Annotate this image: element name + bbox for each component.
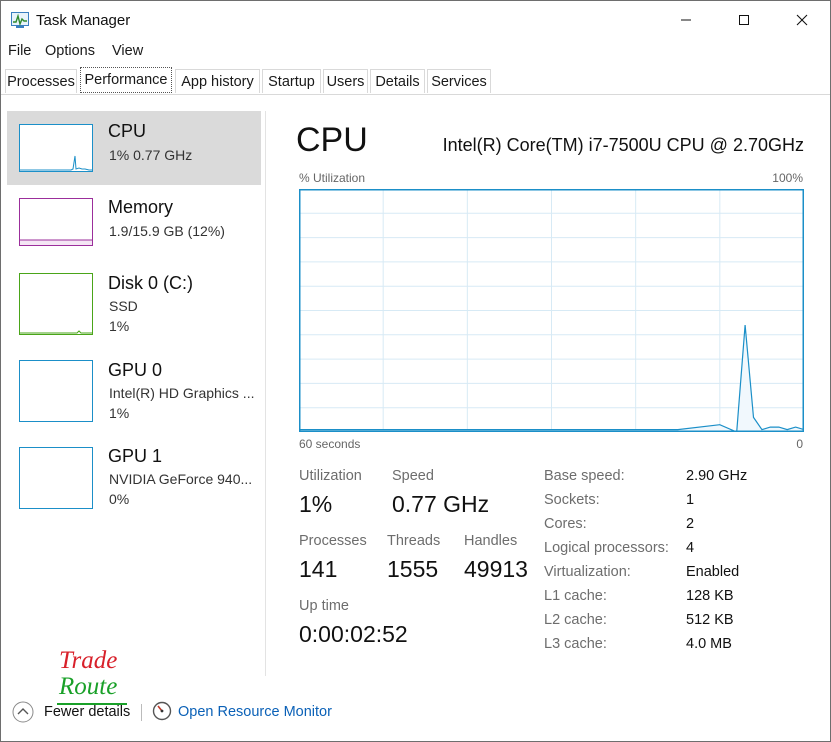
close-button[interactable] [773,1,831,39]
utilization-axis-max: 100% [772,171,803,185]
sidebar-gpu1-model: NVIDIA GeForce 940... [109,471,253,487]
uptime-value: 0:00:02:52 [299,621,408,647]
sidebar-memory-usage: 1.9/15.9 GB (12%) [109,223,225,239]
spec-value-logical-processors: 4 [686,540,695,556]
tab-performance[interactable]: Performance [80,67,172,93]
spec-value-l2-cache: 512 KB [686,612,734,628]
sidebar-gpu1-name: GPU 1 [108,446,163,466]
spec-label-cores: Cores: [544,516,587,532]
cpu-model-name: Intel(R) Core(TM) i7-7500U CPU @ 2.70GHz [442,135,804,155]
handles-value: 49913 [464,556,528,582]
threads-value: 1555 [387,556,439,582]
cpu-detail-panel: CPU Intel(R) Core(TM) i7-7500U CPU @ 2.7… [271,95,829,675]
threads-label: Threads [387,533,441,549]
time-axis-end: 0 [796,437,803,451]
open-resource-monitor-link[interactable]: Open Resource Monitor [178,704,332,720]
cpu-utilization-graph [299,189,804,432]
close-icon [796,14,808,26]
maximize-button[interactable] [715,1,773,39]
utilization-label: Utilization [299,468,362,484]
utilization-value: 1% [299,491,333,517]
spec-value-l1-cache: 128 KB [686,588,734,604]
spec-label-l3-cache: L3 cache: [544,636,607,652]
uptime-label: Up time [299,598,349,614]
chevron-up-icon[interactable] [12,701,34,723]
sidebar-item-disk[interactable]: Disk 0 (C:) SSD 1% [7,263,261,347]
sidebar-item-gpu0[interactable]: GPU 0 Intel(R) HD Graphics ... 1% [7,351,261,435]
time-axis-label: 60 seconds [299,437,361,451]
sidebar-gpu0-name: GPU 0 [108,360,163,380]
spec-value-virtualization: Enabled [686,564,740,580]
gpu1-thumbnail-graph [19,447,93,509]
sidebar-memory-name: Memory [108,197,174,217]
speed-value: 0.77 GHz [392,491,490,517]
spec-label-virtualization: Virtualization: [544,564,631,580]
spec-value-cores: 2 [686,516,695,532]
resource-sidebar: CPU 1% 0.77 GHz Memory 1.9/15.9 GB (12%)… [1,95,266,677]
minimize-button[interactable] [657,1,715,39]
title-bar[interactable]: Task Manager [1,1,830,39]
minimize-icon [681,19,691,21]
spec-value-sockets: 1 [686,492,695,508]
spec-label-logical-processors: Logical processors: [544,540,669,556]
sidebar-disk-name: Disk 0 (C:) [108,273,193,293]
tab-details[interactable]: Details [370,69,425,93]
spec-label-l2-cache: L2 cache: [544,612,607,628]
menu-view[interactable]: View [112,43,143,59]
window-title: Task Manager [36,12,131,29]
menu-file[interactable]: File [8,43,31,59]
spec-label-sockets: Sockets: [544,492,600,508]
sidebar-gpu0-usage: 1% [109,405,130,421]
spec-value-l3-cache: 4.0 MB [686,636,732,652]
speed-label: Speed [392,468,434,484]
tab-processes[interactable]: Processes [5,69,77,93]
sidebar-gpu0-model: Intel(R) HD Graphics ... [109,385,255,401]
cpu-thumbnail-graph [19,124,93,172]
tab-startup[interactable]: Startup [262,69,321,93]
disk-thumbnail-graph [19,273,93,335]
tab-services[interactable]: Services [427,69,491,93]
task-manager-window: Task Manager File Options View Processes… [0,0,831,742]
tab-app-history[interactable]: App history [175,69,260,93]
resource-monitor-icon [152,701,172,721]
sidebar-item-gpu1[interactable]: GPU 1 NVIDIA GeForce 940... 0% [7,437,261,521]
watermark-route-text: Route [59,673,118,700]
footer-divider [1,689,830,690]
sidebar-disk-type: SSD [109,298,138,314]
spec-label-l1-cache: L1 cache: [544,588,607,604]
sidebar-item-cpu[interactable]: CPU 1% 0.77 GHz [7,111,261,185]
sidebar-item-memory[interactable]: Memory 1.9/15.9 GB (12%) [7,187,261,261]
sidebar-cpu-usage: 1% 0.77 GHz [109,147,193,163]
memory-thumbnail-graph [19,198,93,246]
menu-options[interactable]: Options [45,43,95,59]
maximize-icon [739,15,749,25]
page-title: CPU [296,121,368,159]
spec-label-base-speed: Base speed: [544,468,625,484]
processes-label: Processes [299,533,367,549]
gpu0-thumbnail-graph [19,360,93,422]
sidebar-divider [265,111,266,676]
sidebar-cpu-name: CPU [108,121,147,141]
fewer-details-button[interactable]: Fewer details [44,704,130,720]
utilization-axis-label: % Utilization [299,171,366,185]
sidebar-disk-usage: 1% [109,318,130,334]
spec-value-base-speed: 2.90 GHz [686,468,748,484]
processes-value: 141 [299,556,338,582]
footer-separator [141,704,142,721]
tab-users[interactable]: Users [323,69,368,93]
handles-label: Handles [464,533,518,549]
sidebar-gpu1-usage: 0% [109,491,130,507]
task-manager-icon [11,12,29,28]
